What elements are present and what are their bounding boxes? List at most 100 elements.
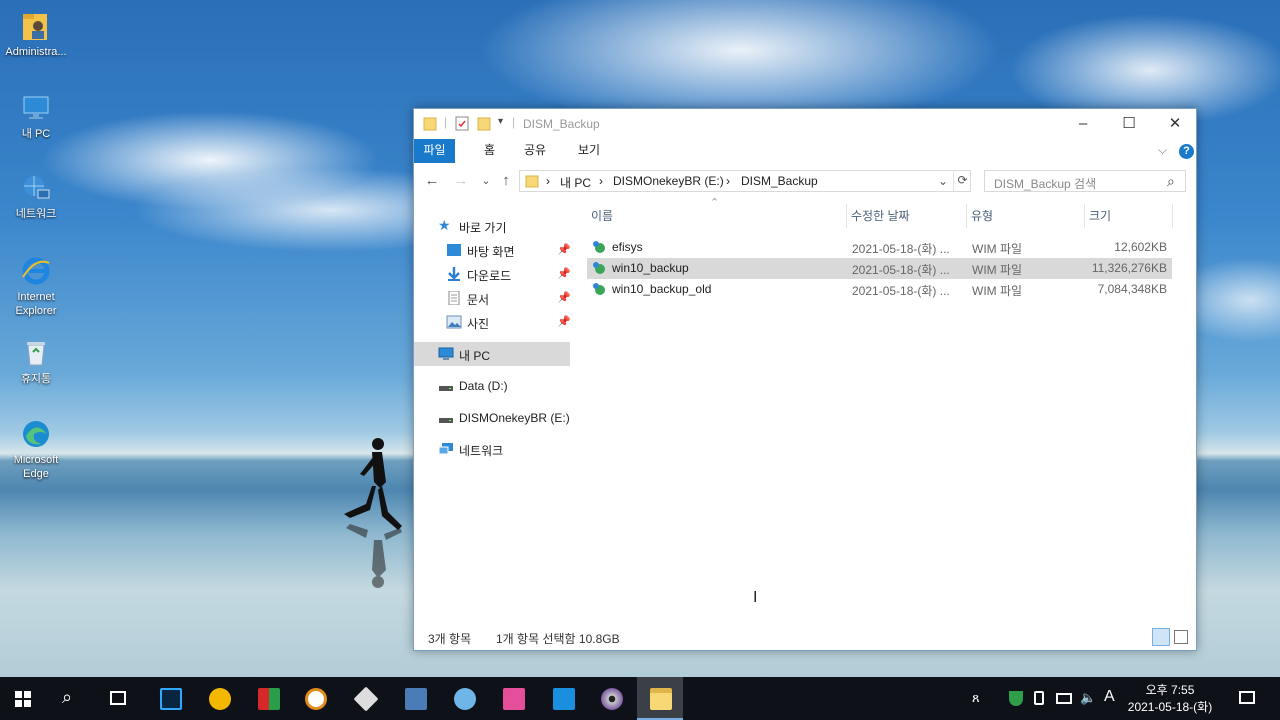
close-button[interactable]: ✕	[1152, 109, 1198, 139]
nav-item-pictures[interactable]: 사진 📌	[414, 310, 571, 334]
folder-icon	[423, 117, 437, 131]
tab-home[interactable]: 홈	[484, 139, 495, 163]
file-name: win10_backup	[612, 261, 689, 275]
nav-item-drive-e[interactable]: DISMOnekeyBR (E:)	[414, 406, 570, 430]
desktop-icon-microsoft-edge[interactable]: Microsoft Edge	[4, 418, 68, 481]
ime-indicator[interactable]: A	[1104, 688, 1115, 706]
ribbon-expand-icon[interactable]: ⌵	[1158, 143, 1167, 158]
drive-icon	[439, 386, 453, 391]
file-date: 2021-05-18-(화) ...	[852, 242, 950, 256]
usb-icon[interactable]	[1034, 691, 1044, 705]
computer-icon	[23, 96, 49, 119]
path-separator: ›	[599, 174, 603, 188]
network-tool-icon	[405, 688, 427, 710]
taskbar-app-disc[interactable]	[588, 677, 634, 720]
refresh-button[interactable]: ⟳	[953, 170, 971, 192]
wim-file-icon	[593, 262, 605, 274]
search-input[interactable]: DISM_Backup 검색 ⌕	[984, 170, 1186, 192]
network-icon[interactable]	[1056, 693, 1072, 704]
folder-icon	[525, 175, 539, 188]
disk-tool-icon	[353, 686, 379, 712]
desktop-icon-network[interactable]: 네트워크	[4, 172, 68, 221]
file-row-efisys[interactable]: efisys 2021-05-18-(화) ... WIM 파일 12,602K…	[587, 237, 1172, 258]
volume-icon[interactable]: 🔈	[1080, 690, 1096, 706]
star-icon: ★	[438, 217, 451, 233]
taskbar-app-triangle[interactable]	[196, 677, 242, 720]
up-button[interactable]: ↑	[495, 170, 517, 192]
file-size: 12,602KB	[1114, 240, 1167, 254]
tab-share[interactable]: 공유	[524, 139, 546, 163]
help-icon[interactable]: ?	[1179, 144, 1194, 159]
forward-button[interactable]: →	[450, 170, 472, 192]
column-header-date[interactable]: 수정한 날짜	[847, 204, 967, 228]
taskbar-app-network-tool[interactable]	[392, 677, 438, 720]
tab-file[interactable]: 파일	[414, 139, 455, 163]
task-view-icon	[110, 691, 126, 705]
nav-item-this-pc[interactable]: 내 PC	[414, 342, 570, 366]
path-separator: ›	[726, 174, 730, 188]
people-icon[interactable]: ጸ	[972, 690, 980, 706]
file-row-win10-backup[interactable]: win10_backup 2021-05-18-(화) ... WIM 파일 1…	[587, 258, 1172, 279]
taskbar-app-key[interactable]	[292, 677, 338, 720]
nav-item-documents[interactable]: 문서 📌	[414, 286, 571, 310]
customize-toolbar-icon[interactable]: ▾	[498, 116, 503, 127]
file-row-win10-backup-old[interactable]: win10_backup_old 2021-05-18-(화) ... WIM …	[587, 279, 1172, 300]
tab-view[interactable]: 보기	[578, 139, 600, 163]
large-icons-view-icon[interactable]	[1174, 630, 1188, 644]
download-arrow-icon	[448, 267, 460, 281]
taskbar-app-pink[interactable]	[490, 677, 536, 720]
desktop-icon-internet-explorer[interactable]: Internet Explorer	[4, 255, 68, 318]
details-view-icon[interactable]	[1152, 628, 1170, 646]
column-header-size[interactable]: 크기	[1085, 204, 1173, 228]
status-bar: 3개 항목 1개 항목 선택함 10.8GB	[414, 628, 1196, 650]
selection-info: 1개 항목 선택함 10.8GB	[496, 632, 620, 646]
search-button[interactable]: ⌕	[48, 677, 94, 720]
path-segment-folder[interactable]: DISM_Backup	[741, 174, 818, 188]
nav-item-network[interactable]: 네트워크	[414, 437, 570, 461]
clock[interactable]: 오후 7:55 2021-05-18-(화)	[1122, 682, 1218, 716]
nav-item-quick-access[interactable]: ★ 바로 가기	[414, 214, 570, 238]
taskbar-app-photoshop[interactable]	[147, 677, 193, 720]
file-type: WIM 파일	[972, 284, 1023, 298]
recycle-bin-icon	[27, 342, 45, 366]
path-segment-drive[interactable]: DISMOnekeyBR (E:)	[613, 174, 724, 188]
minimize-button[interactable]: –	[1060, 109, 1106, 139]
address-bar[interactable]: › 내 PC › DISMOnekeyBR (E:) › DISM_Backup…	[519, 170, 971, 192]
file-list: ⌃ 이름 수정한 날짜 유형 크기 efisys 2021-05-18-(화) …	[587, 197, 1196, 628]
title-bar[interactable]: | ▾ | DISM_Backup – ☐ ✕	[414, 109, 1196, 139]
back-button[interactable]: ←	[421, 170, 443, 192]
path-segment-this-pc[interactable]: 내 PC	[560, 174, 591, 191]
desktop-icon-recycle-bin[interactable]: 휴지통	[4, 337, 68, 386]
desktop-icon-label: Internet Explorer	[15, 291, 57, 317]
new-folder-icon[interactable]	[477, 116, 491, 131]
recent-locations-button[interactable]: ⌄	[475, 170, 497, 192]
address-dropdown-icon[interactable]: ⌄	[938, 174, 948, 188]
wim-file-icon	[593, 283, 605, 295]
notification-icon[interactable]	[1239, 691, 1255, 704]
runner-silhouette	[344, 438, 402, 588]
column-header-type[interactable]: 유형	[967, 204, 1085, 228]
taskbar-app-red-green[interactable]	[245, 677, 291, 720]
shield-icon[interactable]	[1009, 691, 1023, 706]
nav-item-drive-d[interactable]: Data (D:)	[414, 374, 570, 398]
maximize-button[interactable]: ☐	[1106, 109, 1152, 139]
window-title: DISM_Backup	[523, 117, 600, 131]
nav-item-desktop[interactable]: 바탕 화면 📌	[414, 238, 571, 262]
taskbar-app-cloud[interactable]	[441, 677, 487, 720]
column-header-name[interactable]: 이름	[587, 204, 847, 228]
pin-icon: 📌	[557, 316, 571, 328]
desktop-icon-this-pc[interactable]: 내 PC	[4, 92, 68, 141]
search-icon: ⌕	[1167, 173, 1175, 189]
file-size: 11,326,276KB	[1091, 261, 1167, 275]
nav-item-downloads[interactable]: 다운로드 📌	[414, 262, 571, 286]
file-type: WIM 파일	[972, 242, 1023, 256]
start-button[interactable]	[0, 677, 46, 720]
taskbar-app-file-explorer[interactable]	[637, 677, 683, 720]
properties-icon[interactable]	[455, 116, 469, 131]
desktop-icon-administrator[interactable]: Administra...	[4, 10, 68, 59]
file-name: efisys	[612, 240, 643, 254]
document-icon	[448, 291, 460, 305]
taskbar-app-disk-tool[interactable]	[342, 677, 388, 720]
task-view-button[interactable]	[96, 677, 142, 720]
taskbar-app-sync[interactable]	[540, 677, 586, 720]
